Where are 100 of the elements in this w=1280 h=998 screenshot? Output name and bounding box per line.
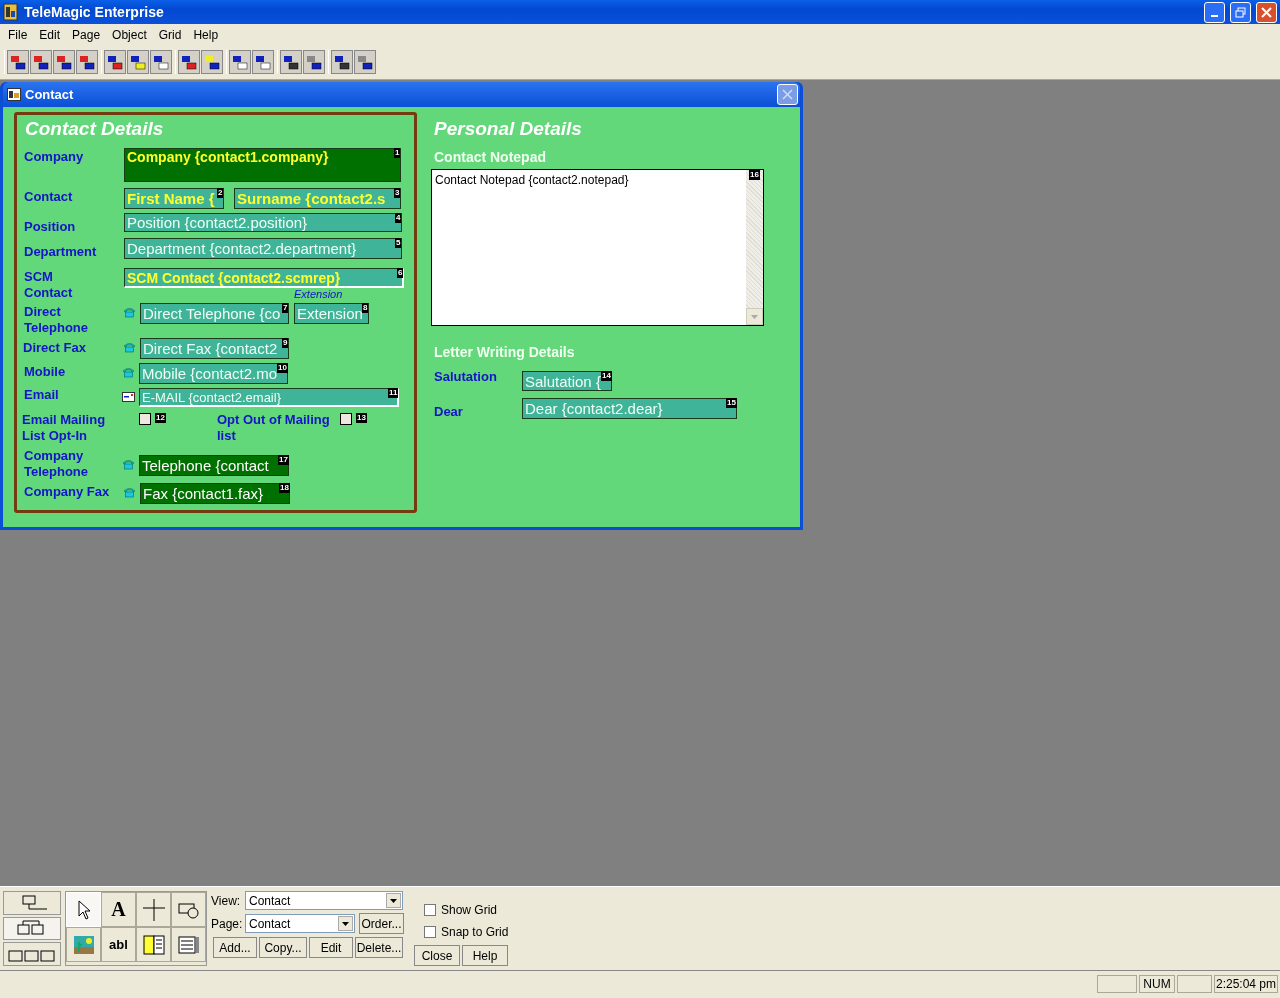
blocks-icon bbox=[9, 53, 27, 71]
field-number: 8 bbox=[362, 303, 369, 313]
toolbar-button[interactable] bbox=[178, 50, 200, 74]
checkbox[interactable] bbox=[139, 413, 151, 425]
close-icon bbox=[1261, 6, 1272, 18]
toolbar-button[interactable] bbox=[104, 50, 126, 74]
view-dropdown[interactable]: Contact bbox=[245, 891, 403, 910]
toolbar-button[interactable] bbox=[53, 50, 75, 74]
landscape-icon bbox=[73, 935, 94, 954]
blocks-icon bbox=[333, 53, 351, 71]
toolbar-button[interactable] bbox=[7, 50, 29, 74]
field-label: Mobile bbox=[24, 364, 67, 380]
field-label: Department bbox=[24, 244, 98, 260]
restore-icon bbox=[1235, 6, 1246, 18]
page-label: Page: bbox=[211, 916, 241, 931]
field-number: 16 bbox=[749, 170, 760, 180]
checkbox-label: Snap to Grid bbox=[441, 925, 509, 939]
crosshair-icon bbox=[142, 898, 165, 921]
action-button[interactable]: Delete... bbox=[355, 937, 403, 958]
tool-button[interactable] bbox=[171, 892, 206, 927]
form-icon bbox=[7, 88, 21, 101]
action-button[interactable]: Copy... bbox=[259, 937, 307, 958]
tree-button[interactable] bbox=[3, 916, 61, 941]
field-label: SCM Contact bbox=[24, 269, 74, 301]
scrollbar[interactable] bbox=[746, 170, 763, 325]
status-pane: NUM bbox=[1139, 975, 1175, 993]
field-label: Email bbox=[24, 387, 60, 403]
blocks-icon bbox=[180, 53, 198, 71]
field-label: Direct Telephone bbox=[24, 304, 90, 336]
phone-icon bbox=[123, 342, 136, 353]
minimize-icon bbox=[1211, 15, 1218, 17]
field-number: 4 bbox=[395, 213, 402, 223]
blocks-icon bbox=[129, 53, 147, 71]
field-number: 1 bbox=[394, 148, 401, 158]
close-button[interactable] bbox=[777, 84, 798, 105]
checkbox-label: Show Grid bbox=[441, 903, 498, 917]
tree-button[interactable] bbox=[3, 942, 61, 966]
toolbar-button[interactable] bbox=[354, 50, 376, 74]
restore-button[interactable] bbox=[1230, 1, 1251, 23]
page-dropdown[interactable]: Contact bbox=[245, 914, 355, 933]
tool-button[interactable] bbox=[171, 927, 206, 962]
pointer-icon bbox=[76, 899, 91, 920]
tool-button[interactable]: abl bbox=[101, 927, 136, 962]
menu-item[interactable]: Page bbox=[66, 27, 107, 42]
caret-icon bbox=[342, 921, 349, 926]
blocks-icon bbox=[282, 53, 300, 71]
tool-button[interactable] bbox=[66, 927, 101, 962]
blocks-icon bbox=[231, 53, 249, 71]
field-number: 2 bbox=[217, 188, 224, 198]
checkbox[interactable] bbox=[424, 904, 436, 916]
notepad-text: Contact Notepad {contact2.notepad} bbox=[435, 173, 629, 187]
section-heading: Personal Details bbox=[434, 118, 582, 140]
tool-button[interactable] bbox=[136, 892, 171, 927]
menu-item[interactable]: Help bbox=[187, 27, 225, 42]
checkbox[interactable] bbox=[424, 926, 436, 938]
table-icon bbox=[177, 935, 200, 954]
blocks-icon bbox=[254, 53, 272, 71]
toolbar-button[interactable] bbox=[331, 50, 353, 74]
field-caption: Extension bbox=[294, 288, 343, 300]
toolbar-button[interactable] bbox=[76, 50, 98, 74]
action-button[interactable]: Add... bbox=[213, 937, 257, 958]
tool-button[interactable]: A bbox=[101, 892, 136, 927]
action-button[interactable]: Close bbox=[414, 945, 460, 966]
toolbar-button[interactable] bbox=[252, 50, 274, 74]
field-label: Company Fax bbox=[24, 484, 111, 500]
shapes-icon bbox=[177, 900, 200, 919]
field-label: Dear bbox=[434, 404, 463, 420]
toolbar-button[interactable] bbox=[280, 50, 302, 74]
field-number: 15 bbox=[726, 398, 737, 408]
envelope-icon bbox=[122, 392, 135, 402]
toolbar-button[interactable] bbox=[150, 50, 172, 74]
action-button[interactable]: Help bbox=[462, 945, 508, 966]
menu-item[interactable]: File bbox=[2, 27, 34, 42]
action-button[interactable]: Edit bbox=[309, 937, 353, 958]
blocks-icon bbox=[356, 53, 374, 71]
field-label: Contact bbox=[24, 189, 74, 205]
phone-icon bbox=[122, 367, 135, 378]
close-icon bbox=[782, 89, 793, 100]
checkbox[interactable] bbox=[340, 413, 352, 425]
tree-button[interactable] bbox=[3, 891, 61, 915]
field-number: 17 bbox=[278, 455, 289, 465]
toolbar-button[interactable] bbox=[30, 50, 52, 74]
menu-item[interactable]: Edit bbox=[33, 27, 67, 42]
menu-item[interactable]: Object bbox=[106, 27, 153, 42]
toolbar-button[interactable] bbox=[201, 50, 223, 74]
field-label: Company Telephone bbox=[24, 448, 90, 480]
order-button[interactable]: Order... bbox=[359, 913, 404, 934]
toolbar-button[interactable] bbox=[127, 50, 149, 74]
toolbar-button[interactable] bbox=[303, 50, 325, 74]
menu-item[interactable]: Grid bbox=[152, 27, 188, 42]
tool-button[interactable] bbox=[136, 927, 171, 962]
phone-icon bbox=[122, 459, 135, 470]
minimize-button[interactable] bbox=[1204, 1, 1225, 23]
field-number: 11 bbox=[388, 388, 399, 398]
close-button[interactable] bbox=[1256, 1, 1277, 23]
toolbar-button[interactable] bbox=[229, 50, 251, 74]
form-title: Contact bbox=[25, 87, 75, 102]
blocks-icon bbox=[305, 53, 323, 71]
status-pane: 2:25:04 pm bbox=[1214, 975, 1278, 993]
phone-icon bbox=[123, 307, 136, 318]
